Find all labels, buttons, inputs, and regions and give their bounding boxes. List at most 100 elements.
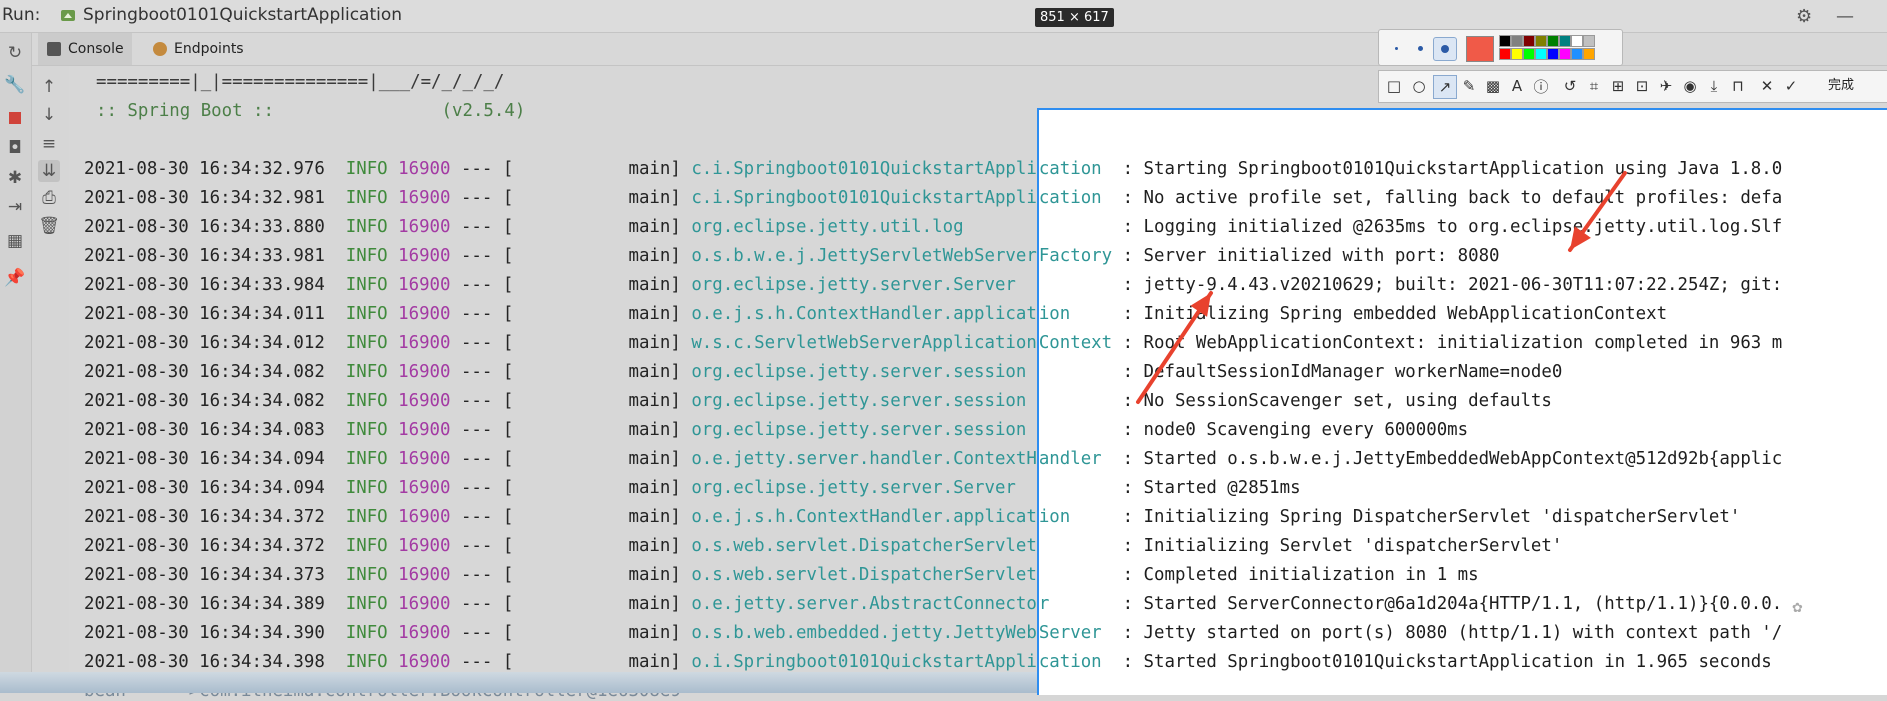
color-swatch[interactable] <box>1547 35 1559 47</box>
log-message: : Completed initialization in 1 ms <box>1122 565 1479 585</box>
log-thread: main] <box>628 478 692 498</box>
record-icon[interactable]: ◉ <box>1679 75 1701 97</box>
log-message: : Started o.s.b.w.e.j.JettyEmbeddedWebAp… <box>1122 449 1783 469</box>
log-pid: 16900 <box>398 362 461 382</box>
crop-icon[interactable]: ⌗ <box>1583 75 1605 97</box>
build-icon[interactable]: 🔧 <box>4 74 26 96</box>
save-icon[interactable]: ⊓ <box>1727 75 1749 97</box>
current-color-swatch[interactable] <box>1466 36 1494 62</box>
pen-size-medium[interactable] <box>1409 37 1431 59</box>
pencil-icon[interactable]: ✎ <box>1458 75 1480 97</box>
color-swatch[interactable] <box>1559 35 1571 47</box>
color-swatch[interactable] <box>1511 35 1523 47</box>
down-arrow-icon[interactable]: ↓ <box>38 104 60 126</box>
log-timestamp: 2021-08-30 16:34:34.082 <box>84 391 346 411</box>
tab-console[interactable]: Console <box>38 33 132 65</box>
soft-wrap-icon[interactable]: ≡ <box>38 133 60 155</box>
gear-icon[interactable]: ⚙ <box>1796 6 1812 27</box>
undo-icon[interactable]: ↺ <box>1559 75 1581 97</box>
log-pid: 16900 <box>398 478 461 498</box>
download-icon[interactable]: ⤓ <box>1703 75 1725 97</box>
tab-endpoints[interactable]: Endpoints <box>144 33 252 65</box>
log-logger: o.s.web.servlet.DispatcherServlet <box>1039 536 1123 556</box>
console-icon <box>47 42 61 56</box>
captured-log-line: 2021-08-30 16:34:34.373 INFO 16900 --- [… <box>1039 565 1479 585</box>
up-arrow-icon[interactable]: ↑ <box>38 76 60 98</box>
close-icon[interactable]: ✕ <box>1756 75 1778 97</box>
layout-icon[interactable]: ▦ <box>4 230 26 252</box>
trash-icon[interactable]: 🗑 <box>38 215 60 237</box>
capture-selection[interactable]: 2021-08-30 16:34:32.976 INFO 16900 --- [… <box>1037 108 1887 695</box>
number-marker-icon[interactable]: ⓘ <box>1530 75 1552 97</box>
log-logger: org.eclipse.jetty.server.session <box>1039 391 1123 411</box>
log-pid: 16900 <box>398 391 461 411</box>
camera-icon[interactable]: ◘ <box>4 137 26 159</box>
color-swatch[interactable] <box>1523 35 1535 47</box>
translate-icon[interactable]: ⊞ <box>1607 75 1629 97</box>
done-button[interactable]: 完成 <box>1828 75 1854 97</box>
color-swatch[interactable] <box>1535 35 1547 47</box>
pin-icon[interactable]: ✈ <box>1655 75 1677 97</box>
color-swatch[interactable] <box>1547 48 1559 60</box>
settings-icon[interactable]: ✱ <box>4 167 26 189</box>
color-swatch[interactable] <box>1583 48 1595 60</box>
ocr-icon[interactable]: ⊡ <box>1631 75 1653 97</box>
captured-log-line: 2021-08-30 16:34:34.372 INFO 16900 --- [… <box>1038 507 1740 527</box>
color-swatch[interactable] <box>1535 48 1547 60</box>
log-logger: w.s.c.ServletWebServerApplicationContext <box>1038 333 1113 353</box>
color-swatch[interactable] <box>1571 48 1583 60</box>
log-logger: org.eclipse.jetty.server.Server <box>1039 478 1123 498</box>
arrow-icon[interactable]: ↗ <box>1433 75 1457 99</box>
captured-log-line: 2021-08-30 16:34:34.094 INFO 16900 --- [… <box>1039 449 1783 469</box>
log-timestamp: 2021-08-30 16:34:34.011 <box>84 304 346 324</box>
log-level: INFO <box>345 304 399 324</box>
text-icon[interactable]: A <box>1506 75 1528 97</box>
captured-log-line: 2021-08-30 16:34:34.389 INFO 16900 --- [… <box>1039 594 1782 614</box>
login-icon[interactable]: ⇥ <box>4 196 26 218</box>
color-swatch[interactable] <box>1583 35 1595 47</box>
color-swatch[interactable] <box>1559 48 1571 60</box>
color-swatch[interactable] <box>1499 35 1511 47</box>
log-separator: --- [ <box>460 507 629 527</box>
log-message: : Jetty started on port(s) 8080 (http/1.… <box>1122 623 1783 643</box>
pen-size-small[interactable] <box>1385 37 1407 59</box>
run-config-name[interactable]: Springboot0101QuickstartApplication <box>83 5 402 25</box>
pen-size-large[interactable] <box>1433 37 1457 61</box>
ellipse-icon[interactable]: ○ <box>1408 75 1430 97</box>
log-thread: main] <box>628 159 692 179</box>
log-level: INFO <box>345 420 399 440</box>
color-swatch[interactable] <box>1523 48 1535 60</box>
log-logger: c.i.Springboot0101QuickstartApplication <box>1038 159 1102 179</box>
rectangle-icon[interactable]: □ <box>1383 75 1405 97</box>
scroll-to-end-icon[interactable]: ⇊ <box>38 160 60 182</box>
run-side-toolbar: ↻ 🔧 ◘ ✱ ⇥ ▦ 📌 <box>0 33 32 693</box>
log-level: INFO <box>345 507 399 527</box>
log-pid: 16900 <box>398 159 461 179</box>
log-logger: o.s.web.servlet.DispatcherServlet <box>1039 565 1123 585</box>
log-thread: main] <box>628 188 692 208</box>
captured-log-line: 2021-08-30 16:34:33.984 INFO 16900 --- [… <box>1039 275 1783 295</box>
captured-log-line: 2021-08-30 16:34:33.880 INFO 16900 --- [… <box>1039 217 1783 237</box>
color-swatch[interactable] <box>1571 35 1583 47</box>
minus-icon[interactable]: — <box>1836 6 1854 27</box>
log-separator: --- [ <box>460 275 629 295</box>
color-swatch[interactable] <box>1511 48 1523 60</box>
mosaic-icon[interactable]: ▩ <box>1482 75 1504 97</box>
captured-log-line: 2021-08-30 16:34:33.981 INFO 16900 --- [… <box>1039 246 1500 266</box>
pin-icon[interactable]: 📌 <box>4 267 26 289</box>
stop-icon[interactable] <box>4 107 26 129</box>
log-level: INFO <box>345 217 399 237</box>
confirm-icon[interactable]: ✓ <box>1780 75 1802 97</box>
log-thread: main] <box>628 217 692 237</box>
log-separator: --- [ <box>460 623 629 643</box>
log-separator: --- [ <box>460 188 629 208</box>
log-thread: main] <box>628 304 692 324</box>
log-pid: 16900 <box>398 188 461 208</box>
log-message: : Started Springboot0101QuickstartApplic… <box>1122 652 1772 672</box>
print-icon[interactable]: ⎙ <box>38 187 60 209</box>
color-swatch[interactable] <box>1499 48 1511 60</box>
log-thread: main] <box>628 652 692 672</box>
rerun-icon[interactable]: ↻ <box>4 42 26 64</box>
log-logger: org.eclipse.jetty.util.log <box>1039 217 1123 237</box>
log-logger: o.e.j.s.h.ContextHandler.application <box>1038 507 1071 527</box>
